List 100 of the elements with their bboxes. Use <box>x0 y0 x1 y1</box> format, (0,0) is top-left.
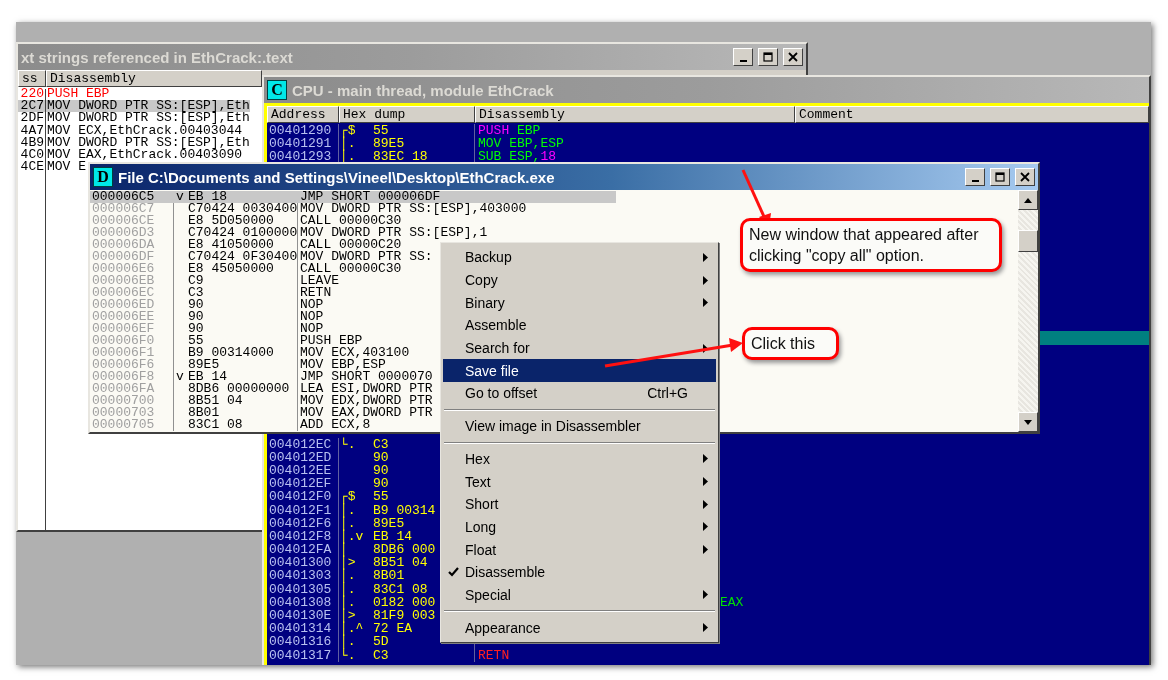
hex-cell: 90 <box>373 477 389 491</box>
menu-item[interactable]: Search for <box>443 336 716 360</box>
menu-item[interactable]: Backup <box>443 246 716 269</box>
disassembly-cell[interactable]: PUSH EBP <box>46 88 110 101</box>
menu-item[interactable]: Hex <box>443 447 716 471</box>
maximize-button[interactable] <box>990 168 1010 186</box>
disassembly-cell[interactable]: MOV DWORD PTR SS:[ESP],Eth <box>46 136 250 149</box>
menu-item[interactable]: Copy <box>443 268 716 292</box>
menu-item[interactable]: View image in Disassembler <box>443 414 716 438</box>
disassembly-cell-text: NOP <box>299 311 324 323</box>
disassembly-cell[interactable]: MOV E <box>46 161 86 174</box>
column-header[interactable]: ss <box>18 70 46 87</box>
hex-cell: 5D <box>373 635 389 649</box>
address-cell-text: 004012EC <box>268 437 332 451</box>
address-cell-text: 4C0 <box>19 148 45 162</box>
jump-marker: │. <box>339 582 356 596</box>
window-badge: D <box>93 167 113 187</box>
hex-cell: 0182 000 <box>373 595 436 609</box>
window-badge: C <box>267 80 287 100</box>
close-button[interactable] <box>783 48 803 66</box>
hex-cell: 8B01 <box>373 569 405 583</box>
scroll-up-button[interactable] <box>1018 190 1038 210</box>
callout: New window that appeared after clicking "copy all" option. <box>740 218 1002 272</box>
hex-cell-text: EB 14 <box>187 371 227 383</box>
hex-cell: C3 <box>373 437 389 451</box>
hex-cell-text: E8 45050000 <box>187 263 274 275</box>
hex-cell-text: 89E5 <box>187 359 220 371</box>
jump-marker: │. <box>339 503 356 517</box>
scroll-down-button[interactable] <box>1018 412 1038 432</box>
column-header[interactable]: Hex dump <box>339 106 475 123</box>
jump-marker: │. <box>339 635 356 649</box>
menu-item[interactable]: Assemble <box>443 314 716 337</box>
disassembly-cell-text: JMP SHORT 0000070 <box>299 371 433 383</box>
callout: Click this <box>742 327 839 360</box>
jump-marker: ┌$ <box>339 124 356 138</box>
window-title: CPU - main thread, module EthCrack <box>292 81 555 99</box>
address-cell-text: 00401316 <box>268 635 332 649</box>
maximize-icon <box>995 172 1005 182</box>
jump-marker: └. <box>339 437 356 451</box>
menu-item[interactable]: Save file <box>443 359 716 383</box>
address-cell-text: 00401300 <box>268 556 332 570</box>
disassembly-cell-text: MOV EDX,DWORD PTR <box>299 395 433 407</box>
disassembly-cell[interactable]: MOV EAX,EthCrack.00403090 <box>46 148 243 162</box>
disassembly-cell[interactable]: MOV ECX,EthCrack.00403044 <box>46 124 243 137</box>
address-cell-text: 00401291 <box>268 137 332 151</box>
address-cell-text: 2DF <box>19 112 45 125</box>
disassembly-cell-text: MOV DWORD PTR SS:[ESP],403000 <box>299 203 527 215</box>
disassembly-cell-text: NOP <box>299 323 324 335</box>
address-cell-text: 00401293 <box>268 150 332 164</box>
scroll-thumb[interactable] <box>1018 230 1038 252</box>
jump-marker: │. <box>339 516 356 530</box>
disassembly-cell-text: CALL 00000C30 <box>299 263 402 275</box>
hex-cell-text: E8 5D050000 <box>187 215 274 227</box>
address-cell-text: 004012EF <box>268 477 332 491</box>
address-cell-text: 00401308 <box>268 595 332 609</box>
up-arrow-icon <box>1024 197 1032 203</box>
column-header[interactable]: Comment <box>795 106 1149 123</box>
hex-cell-text: 90 <box>187 311 204 323</box>
maximize-button[interactable] <box>758 48 778 66</box>
menu-item[interactable]: Special <box>443 583 716 607</box>
scrollbar[interactable] <box>1018 190 1038 432</box>
disassembly-cell-text: EAX <box>719 595 744 609</box>
menu-item[interactable]: Long <box>443 515 716 539</box>
jump-marker: │ <box>339 543 348 557</box>
jump-marker: v <box>174 191 186 203</box>
hex-cell: 72 EA <box>373 622 412 636</box>
hex-cell-text: 90 <box>187 323 204 335</box>
column-header[interactable]: Address <box>267 106 339 123</box>
hex-cell: EB 18 <box>186 191 298 203</box>
hex-cell: 8B51 04 <box>373 556 428 570</box>
menu-item[interactable]: Appearance <box>443 616 716 639</box>
down-arrow-icon <box>1024 419 1032 425</box>
close-button[interactable] <box>1015 168 1035 186</box>
disassembly-cell[interactable]: MOV DWORD PTR SS:[ESP],Eth <box>46 100 250 113</box>
address-cell-text: 00401317 <box>268 648 332 662</box>
hex-cell-text: C70424 0F30400 <box>187 251 298 263</box>
menu-item[interactable]: Disassemble <box>443 560 716 584</box>
offset-cell[interactable]: 000006C5 <box>90 191 174 203</box>
hex-cell-text: 83C1 08 <box>187 419 243 431</box>
disassembly-cell-text: MOV DWORD PTR SS: <box>299 251 433 263</box>
menu-item[interactable]: Text <box>443 470 716 493</box>
disassembly-cell[interactable]: MOV DWORD PTR SS:[ESP],Eth <box>46 112 250 125</box>
menu-item[interactable]: Binary <box>443 291 716 315</box>
disassembly-cell-text: RETN <box>477 648 510 662</box>
minimize-button[interactable] <box>733 48 753 66</box>
address-cell: 2C7 <box>18 100 46 113</box>
hex-cell: 90 <box>373 450 389 464</box>
hex-cell: 55 <box>373 490 389 504</box>
address-cell-text: 00401314 <box>268 622 332 636</box>
menu-item[interactable]: Go to offset Ctrl+G <box>443 382 716 405</box>
hex-cell-text: 90 <box>187 299 204 311</box>
address-cell-text: 00401305 <box>268 582 332 596</box>
menu-item[interactable]: Float <box>443 538 716 561</box>
hex-cell-text: 8DB6 00000000 <box>187 383 290 395</box>
column-header[interactable]: Disassembly <box>46 70 262 87</box>
hex-cell-text: C3 <box>187 287 204 299</box>
menu-item[interactable]: Short <box>443 492 716 516</box>
minimize-button[interactable] <box>965 168 985 186</box>
maximize-icon <box>763 52 773 62</box>
column-header[interactable]: Disassembly <box>475 106 795 123</box>
